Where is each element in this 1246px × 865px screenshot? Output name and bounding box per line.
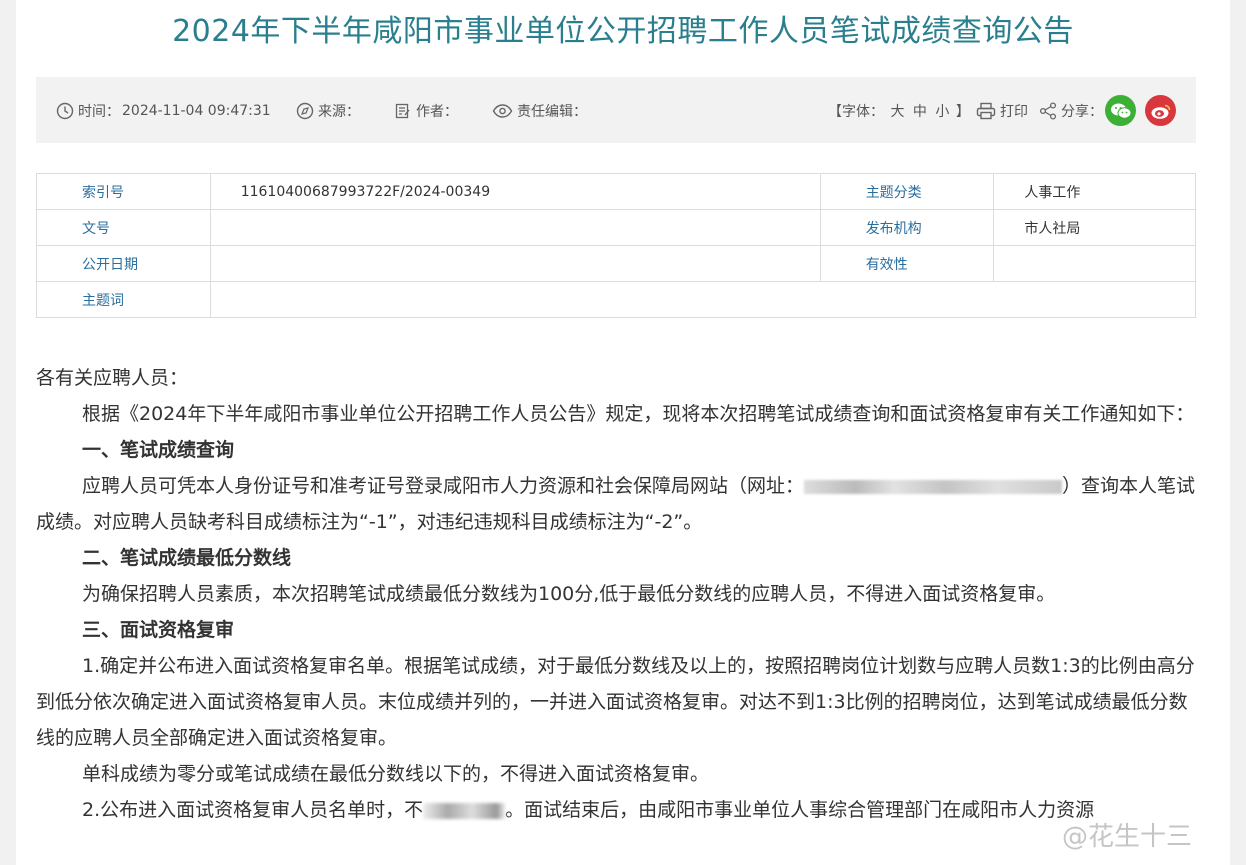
meta-time-label: 时间： [78, 104, 120, 120]
meta-time: 时间： 2024-11-04 09:47:31 [56, 101, 271, 121]
eye-icon [492, 104, 513, 118]
open-date-value [209, 245, 821, 282]
open-date-label: 公开日期 [36, 245, 211, 282]
share-label: 分享： [1061, 104, 1103, 120]
doc-no-label: 文号 [36, 209, 211, 246]
meta-time-value: 2024-11-04 09:47:31 [122, 103, 271, 119]
section-heading-2: 二、笔试成绩最低分数线 [82, 547, 292, 569]
meta-source-label: 来源： [318, 104, 360, 120]
watermark: @花生十三 [1062, 822, 1193, 852]
topic-label: 主题分类 [819, 173, 995, 210]
paragraph-score-query-text: 应聘人员可凭本人身份证号和准考证号登录咸阳市人力资源和社会保障局网站（网址： [82, 475, 805, 497]
greeting: 各有关应聘人员： [36, 367, 189, 389]
font-size-medium[interactable]: 中 [913, 104, 927, 120]
share-icon [1039, 102, 1057, 120]
share-wechat-button[interactable] [1105, 95, 1136, 126]
section-heading-3: 三、面试资格复审 [82, 619, 235, 641]
font-size-prefix: 【字体： [828, 104, 884, 120]
paragraph-publish-list-text: 2.公布进入面试资格复审人员名单时，不 [82, 799, 424, 821]
publisher-value: 市人社局 [993, 209, 1196, 246]
table-row: 文号 发布机构 市人社局 [36, 209, 1196, 246]
section-heading-1: 一、笔试成绩查询 [82, 439, 235, 461]
compass-icon [296, 102, 314, 120]
table-row: 索引号 11610400687993722F/2024-00349 主题分类 人… [36, 173, 1196, 210]
doc-no-value [209, 209, 821, 246]
printer-icon [976, 102, 996, 120]
article-body: 各有关应聘人员： 根据《2024年下半年咸阳市事业单位公开招聘工作人员公告》规定… [36, 360, 1196, 828]
validity-label: 有效性 [819, 245, 995, 282]
meta-author: 作者： [394, 101, 458, 121]
print-label: 打印 [1000, 104, 1028, 120]
paragraph-publish-list-text-2: 。面试结束后，由咸阳市事业单位人事综合管理部门在咸阳市人力资源 [505, 799, 1095, 821]
wechat-icon [1110, 103, 1131, 119]
page-title: 2024年下半年咸阳市事业单位公开招聘工作人员笔试成绩查询公告 [172, 14, 1074, 49]
paragraph-score-query: 应聘人员可凭本人身份证号和准考证号登录咸阳市人力资源和社会保障局网站（网址： ）查… [36, 468, 1196, 540]
publisher-label: 发布机构 [819, 209, 995, 246]
weibo-icon [1151, 104, 1170, 119]
edit-icon [395, 103, 410, 119]
table-row: 公开日期 有效性 [36, 245, 1196, 282]
font-size-control: 【字体： 大 中 小 】 [828, 101, 970, 121]
index-label: 索引号 [36, 173, 211, 210]
index-value: 11610400687993722F/2024-00349 [209, 173, 821, 210]
font-size-large[interactable]: 大 [890, 104, 904, 120]
paragraph-publish-list: 2.公布进入面试资格复审人员名单时，不 。面试结束后，由咸阳市事业单位人事综合管理… [36, 792, 1196, 828]
validity-value [993, 245, 1196, 282]
page-left-margin [0, 0, 16, 865]
blurred-text [423, 802, 506, 819]
keywords-label: 主题词 [36, 281, 211, 318]
meta-source: 来源： [296, 101, 360, 121]
share-label-group: 分享： [1039, 101, 1103, 121]
font-size-suffix: 】 [955, 104, 970, 120]
page-right-margin [1230, 0, 1246, 865]
blurred-website-url [804, 479, 1063, 494]
meta-author-label: 作者： [416, 104, 458, 120]
intro-paragraph: 根据《2024年下半年咸阳市事业单位公开招聘工作人员公告》规定，现将本次招聘笔试… [82, 403, 1195, 425]
meta-editor: 责任编辑： [492, 101, 587, 121]
paragraph-min-score: 为确保招聘人员素质，本次招聘笔试成绩最低分数线为100分,低于最低分数线的应聘人… [82, 583, 1056, 605]
font-size-small[interactable]: 小 [935, 104, 949, 120]
paragraph-zero-score: 单科成绩为零分或笔试成绩在最低分数线以下的，不得进入面试资格复审。 [82, 763, 710, 785]
meta-editor-label: 责任编辑： [517, 104, 587, 120]
document-info-table: 索引号 11610400687993722F/2024-00349 主题分类 人… [36, 173, 1197, 318]
clock-icon [56, 102, 74, 120]
share-weibo-button[interactable] [1145, 95, 1176, 126]
paragraph-review-list: 1.确定并公布进入面试资格复审名单。根据笔试成绩，对于最低分数线及以上的，按照招… [36, 655, 1195, 749]
keywords-value [209, 281, 1197, 318]
table-row: 主题词 [36, 281, 1197, 318]
print-button[interactable]: 打印 [976, 101, 1028, 121]
topic-value: 人事工作 [993, 173, 1196, 210]
article-meta-bar: 时间： 2024-11-04 09:47:31 来源： 作者： 责任编辑： 【字… [36, 77, 1196, 143]
